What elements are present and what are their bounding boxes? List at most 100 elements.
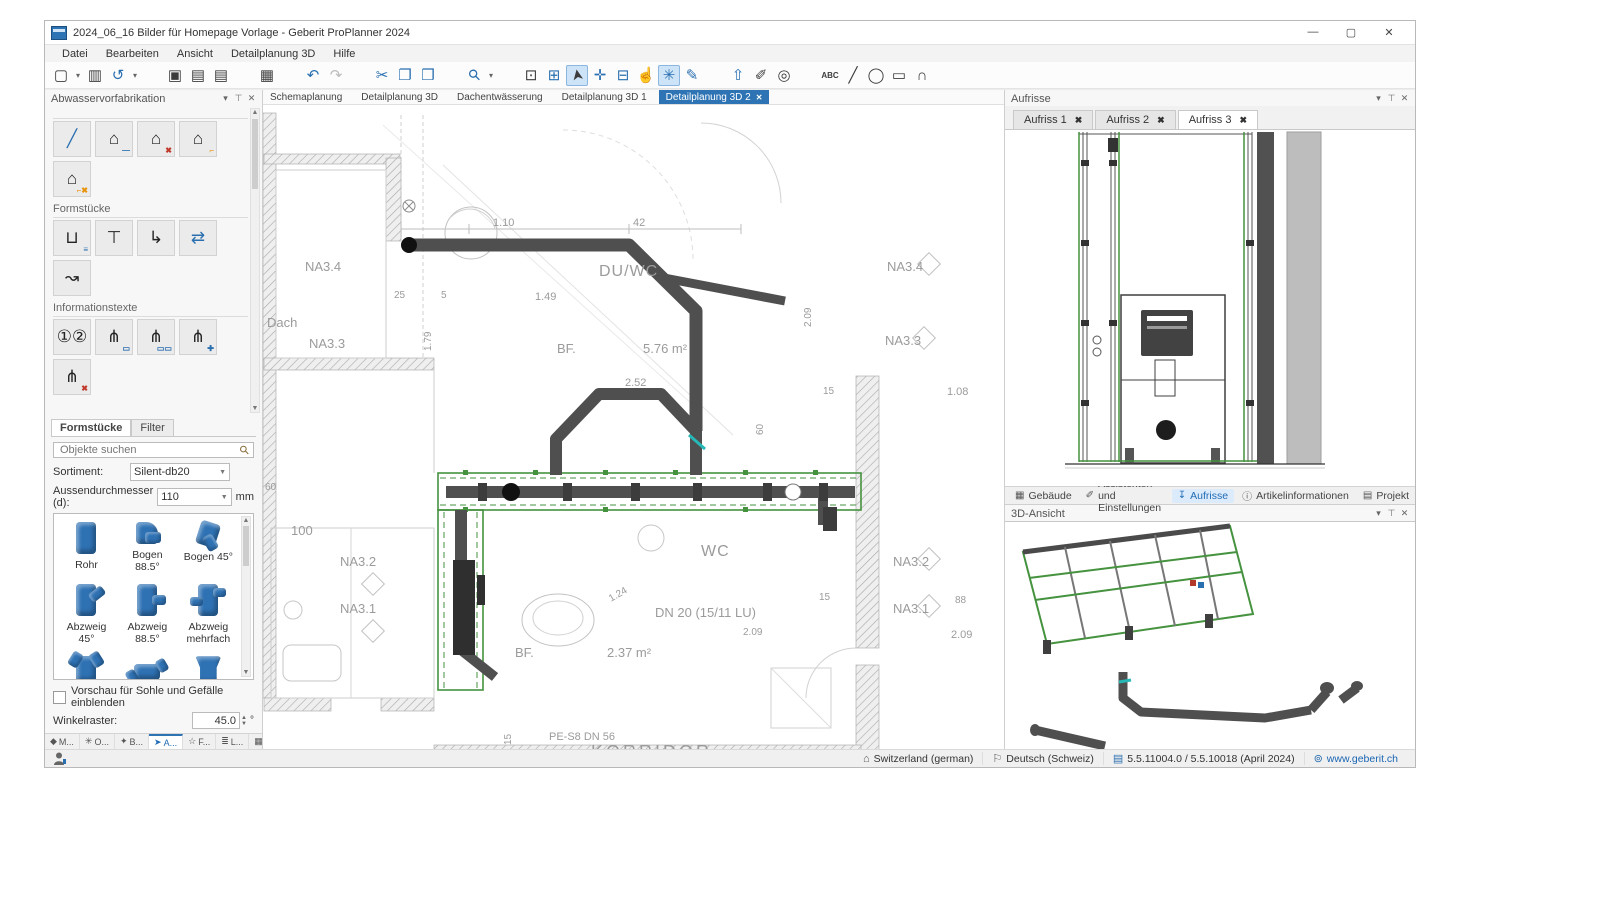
field-select[interactable]: 110▼ — [157, 488, 231, 506]
angle-grid-input[interactable]: 45.0 — [192, 712, 240, 729]
tee-fitting-tool-icon[interactable]: ⊤ — [95, 220, 133, 256]
prefab-connect-tool-icon[interactable]: ⌂⌐ — [179, 121, 217, 157]
toolbar-separator[interactable] — [440, 65, 462, 86]
close-button[interactable]: ✕ — [1383, 26, 1395, 39]
label-branch-tool-icon[interactable]: ⋔▭ — [95, 319, 133, 355]
print-icon[interactable]: ▤ — [187, 65, 209, 86]
undo-icon[interactable]: ↶ — [302, 65, 324, 86]
label-group-tool-icon[interactable]: ⋔✚ — [179, 319, 217, 355]
catalog-part[interactable]: Abzweig 88.5° — [117, 582, 178, 645]
text-tool-icon[interactable]: ABC — [819, 65, 841, 86]
tab-close-icon[interactable]: ✕ — [756, 93, 763, 102]
catalog-part[interactable]: Reduktion — [178, 654, 239, 680]
panel-bottom-tab[interactable]: ▦I... — [249, 734, 262, 749]
menu-item[interactable]: Detailplanung 3D — [222, 47, 324, 61]
three-d-view[interactable] — [1005, 521, 1415, 749]
route-fitting-tool-icon[interactable]: ↝ — [53, 260, 91, 296]
document-tab[interactable]: Schemaplanung — [263, 90, 354, 104]
panel-bottom-tab[interactable]: ✦B... — [115, 734, 149, 749]
paste-icon[interactable]: ❒ — [417, 65, 439, 86]
selection-rectangle-icon[interactable]: ⊞ — [543, 65, 565, 86]
document-tab[interactable]: Dachentwässerung — [450, 90, 555, 104]
document-tab[interactable]: Detailplanung 3D 1 — [555, 90, 659, 104]
save-icon[interactable]: ▣ — [164, 65, 186, 86]
label-delete-tool-icon[interactable]: ⋔✖ — [53, 359, 91, 395]
menu-item[interactable]: Datei — [53, 47, 97, 61]
catalog-part[interactable]: Hosenabzweig — [56, 654, 117, 680]
cut-icon[interactable]: ✂ — [371, 65, 393, 86]
right-panel-tab[interactable]: ⓘArtikelinformationen — [1236, 487, 1355, 504]
copy-icon[interactable]: ❐ — [394, 65, 416, 86]
select-elements-icon[interactable]: ⊟ — [612, 65, 634, 86]
calculator-icon[interactable]: ▦ — [256, 65, 278, 86]
toolbar-separator[interactable] — [141, 65, 163, 86]
minimize-button[interactable]: — — [1307, 26, 1319, 39]
open-dropdown-icon[interactable]: ▾ — [130, 65, 140, 86]
zoom-dropdown-icon[interactable]: ▾ — [486, 65, 496, 86]
prefab-disconnect-tool-icon[interactable]: ⌂⌐✖ — [53, 161, 91, 197]
shapes-tool-icon[interactable]: ◎ — [773, 65, 795, 86]
aufrisse-pin-icon[interactable]: ⊤ — [1385, 93, 1398, 104]
panel-close-icon[interactable]: ✕ — [245, 93, 258, 104]
delete-sketch-icon[interactable]: ✐ — [750, 65, 772, 86]
angle-spinner[interactable]: ▲▼ — [241, 715, 247, 727]
pan-tool-icon[interactable]: ☝ — [635, 65, 657, 86]
rectangle-tool-icon[interactable]: ▭ — [888, 65, 910, 86]
document-tab[interactable]: Detailplanung 3D — [354, 90, 450, 104]
toolbar-separator[interactable] — [279, 65, 301, 86]
panel-bottom-tab[interactable]: ◆M... — [45, 734, 80, 749]
menu-item[interactable]: Ansicht — [168, 47, 222, 61]
right-panel-tab[interactable]: ▤Projekt — [1357, 489, 1415, 503]
tab-close-icon[interactable]: ✖ — [1157, 115, 1165, 126]
aufriss-tab[interactable]: Aufriss 3✖ — [1178, 110, 1258, 129]
catalog-part[interactable]: Schachtbogenab zweig — [117, 654, 178, 680]
swap-fitting-tool-icon[interactable]: ⇄ — [179, 220, 217, 256]
toolbar-separator[interactable] — [233, 65, 255, 86]
website-globe-icon[interactable]: ⊚www.geberit.ch — [1304, 752, 1407, 765]
prefab-unit-tool-icon[interactable]: ⌂— — [95, 121, 133, 157]
open-file-icon[interactable]: ▥ — [84, 65, 106, 86]
catalog-part[interactable]: Rohr — [56, 520, 117, 573]
move-tool-icon[interactable]: ✛ — [589, 65, 611, 86]
menu-item[interactable]: Bearbeiten — [97, 47, 168, 61]
preview-checkbox[interactable] — [53, 691, 66, 704]
view3d-dropdown-icon[interactable]: ▾ — [1372, 508, 1385, 519]
catalog-tab[interactable]: Formstücke — [51, 419, 131, 436]
toolbar-separator[interactable] — [796, 65, 818, 86]
view3d-pin-icon[interactable]: ⊤ — [1385, 508, 1398, 519]
elevation-view[interactable] — [1005, 129, 1415, 486]
open-template-icon[interactable]: ↺ — [107, 65, 129, 86]
label-tree-tool-icon[interactable]: ⋔▭▭ — [137, 319, 175, 355]
catalog-part[interactable]: Bogen 88.5° — [117, 520, 178, 573]
panel-bottom-tab[interactable]: ➤A... — [149, 734, 183, 749]
panel-dropdown-icon[interactable]: ▾ — [219, 93, 232, 104]
toolbar-separator[interactable] — [348, 65, 370, 86]
aufriss-tab[interactable]: Aufriss 1✖ — [1013, 110, 1093, 129]
arc-tool-icon[interactable]: ∩ — [911, 65, 933, 86]
numbering-text-tool-icon[interactable]: ①② — [53, 319, 91, 355]
panel-bottom-tab[interactable]: ≣L... — [216, 734, 249, 749]
new-document-icon[interactable]: ▢ — [50, 65, 72, 86]
catalog-tab[interactable]: Filter — [131, 419, 173, 436]
language-icon[interactable]: ⚐Deutsch (Schweiz) — [982, 752, 1102, 765]
plan-drawing-canvas[interactable]: 1.1042NA3.4DU/WCNA3.42551.492.091.79Dach… — [263, 105, 1004, 749]
catalog-part[interactable]: Bogen 45° — [178, 520, 239, 573]
settings-tool-icon[interactable]: ✳ — [658, 65, 680, 86]
right-panel-tab[interactable]: ↧Aufrisse — [1172, 489, 1234, 503]
maximize-button[interactable]: ▢ — [1345, 26, 1357, 39]
region-home-icon[interactable]: ⌂Switzerland (german) — [854, 752, 982, 765]
ellipse-tool-icon[interactable]: ◯ — [865, 65, 887, 86]
search-input[interactable] — [58, 443, 240, 457]
prefab-delete-tool-icon[interactable]: ⌂✖ — [137, 121, 175, 157]
tab-close-icon[interactable]: ✖ — [1239, 115, 1247, 126]
sketch-tool-icon[interactable]: ✎ — [681, 65, 703, 86]
pipe-draw-tool-icon[interactable]: ╱ — [53, 121, 91, 157]
toolbar-separator[interactable] — [497, 65, 519, 86]
parts-scrollbar[interactable]: ▲▼ — [241, 516, 251, 677]
aufrisse-close-icon[interactable]: ✕ — [1398, 93, 1411, 104]
bend-fitting-tool-icon[interactable]: ↳ — [137, 220, 175, 256]
line-tool-icon[interactable]: ╱ — [842, 65, 864, 86]
catalog-part[interactable]: Abzweig mehrfach — [178, 582, 239, 645]
print-preview-icon[interactable]: ▤ — [210, 65, 232, 86]
riser-arrow-icon[interactable]: ⇧ — [727, 65, 749, 86]
